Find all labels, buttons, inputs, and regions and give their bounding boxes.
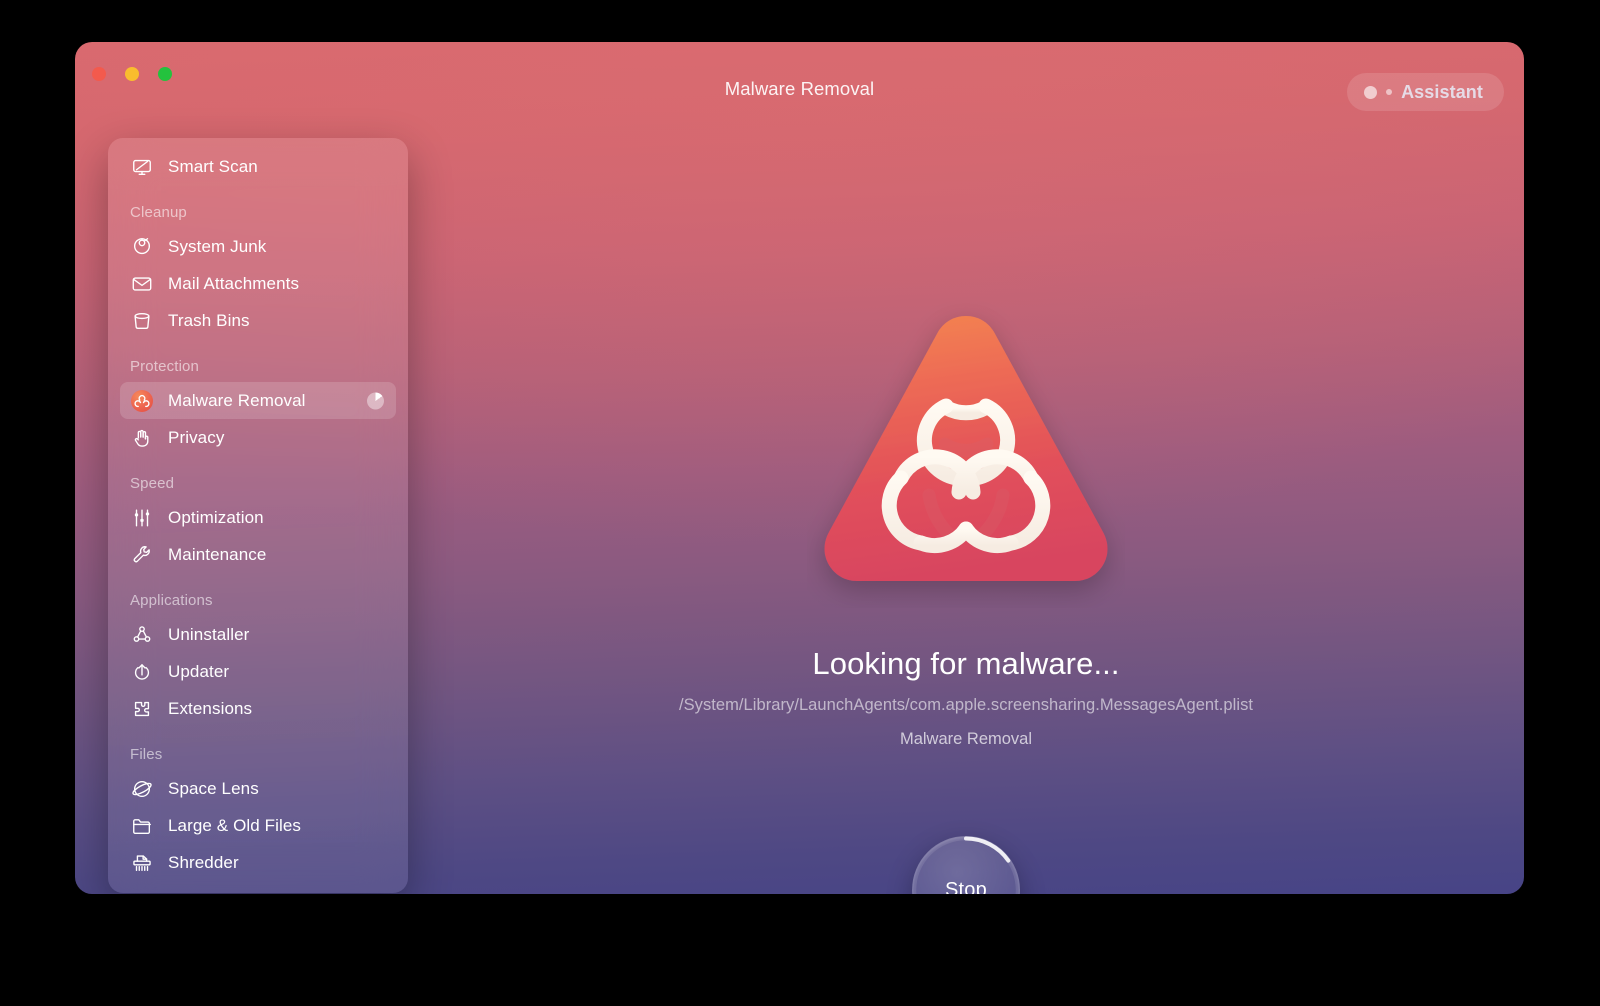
sidebar-group-applications: Applications — [130, 592, 213, 609]
hand-icon — [130, 426, 154, 450]
sidebar-item-label: Optimization — [168, 507, 264, 527]
biohazard-icon — [130, 389, 154, 413]
sidebar-item-system-junk[interactable]: System Junk — [120, 228, 396, 265]
title-bar: Malware Removal Assistant — [75, 42, 1524, 111]
broom-icon — [130, 235, 154, 259]
sidebar-scan-progress-indicator — [367, 392, 384, 409]
sidebar-item-mail-attachments[interactable]: Mail Attachments — [120, 265, 396, 302]
app-window: Malware Removal Assistant Smart Scan Cle… — [75, 42, 1524, 894]
main-content: Looking for malware... /System/Library/L… — [408, 104, 1524, 894]
stop-button-label: Stop — [945, 878, 987, 895]
page-title: Malware Removal — [724, 78, 875, 99]
sidebar-item-maintenance[interactable]: Maintenance — [120, 536, 396, 573]
sidebar-item-label: Space Lens — [168, 778, 259, 798]
wrench-icon — [130, 543, 154, 567]
sidebar-group-speed: Speed — [130, 475, 175, 492]
sidebar-group-protection: Protection — [130, 358, 200, 375]
trash-bin-icon — [130, 309, 154, 333]
sidebar-group-files: Files — [130, 746, 163, 763]
sidebar-item-label: Large & Old Files — [168, 815, 302, 835]
scan-module-name: Malware Removal — [899, 730, 1033, 748]
sidebar-item-label: Shredder — [168, 852, 239, 872]
sidebar-item-label: Malware Removal — [168, 390, 306, 410]
space-lens-icon — [130, 777, 154, 801]
sidebar-item-label: Privacy — [168, 427, 225, 447]
stop-button[interactable]: Stop — [912, 836, 1020, 894]
scan-current-path: /System/Library/LaunchAgents/com.apple.s… — [678, 696, 1254, 714]
uninstall-icon — [130, 623, 154, 647]
sidebar-item-label: System Junk — [168, 236, 267, 256]
monitor-icon — [130, 155, 154, 179]
envelope-icon — [130, 272, 154, 296]
sidebar-item-label: Smart Scan — [168, 156, 258, 176]
assistant-dot-large-icon — [1364, 85, 1378, 99]
sidebar-item-updater[interactable]: Updater — [120, 653, 396, 690]
update-arrow-icon — [130, 660, 154, 684]
sliders-icon — [130, 506, 154, 530]
sidebar-item-label: Extensions — [168, 698, 253, 718]
biohazard-triangle-icon — [807, 300, 1125, 608]
puzzle-piece-icon — [130, 697, 154, 721]
shredder-icon — [130, 851, 154, 875]
sidebar-item-shredder[interactable]: Shredder — [120, 844, 396, 881]
sidebar-item-privacy[interactable]: Privacy — [120, 419, 396, 456]
sidebar-item-label: Uninstaller — [168, 624, 250, 644]
sidebar-item-malware-removal[interactable]: Malware Removal — [120, 382, 396, 419]
sidebar-item-uninstaller[interactable]: Uninstaller — [120, 616, 396, 653]
sidebar-group-cleanup: Cleanup — [130, 204, 187, 221]
sidebar-item-label: Maintenance — [168, 544, 267, 564]
sidebar-item-trash-bins[interactable]: Trash Bins — [120, 302, 396, 339]
scan-status-title: Looking for malware... — [812, 646, 1120, 681]
sidebar: Smart Scan Cleanup System Junk Mail Atta… — [108, 138, 408, 893]
assistant-button-label: Assistant — [1401, 81, 1483, 102]
sidebar-item-space-lens[interactable]: Space Lens — [120, 770, 396, 807]
sidebar-item-label: Mail Attachments — [168, 273, 300, 293]
sidebar-item-label: Trash Bins — [168, 310, 250, 330]
sidebar-item-label: Updater — [168, 661, 230, 681]
sidebar-item-smart-scan[interactable]: Smart Scan — [120, 148, 396, 185]
sidebar-item-large-and-old-files[interactable]: Large & Old Files — [120, 807, 396, 844]
folder-icon — [130, 814, 154, 838]
sidebar-item-optimization[interactable]: Optimization — [120, 499, 396, 536]
sidebar-item-extensions[interactable]: Extensions — [120, 690, 396, 727]
assistant-dot-small-icon — [1386, 89, 1393, 95]
